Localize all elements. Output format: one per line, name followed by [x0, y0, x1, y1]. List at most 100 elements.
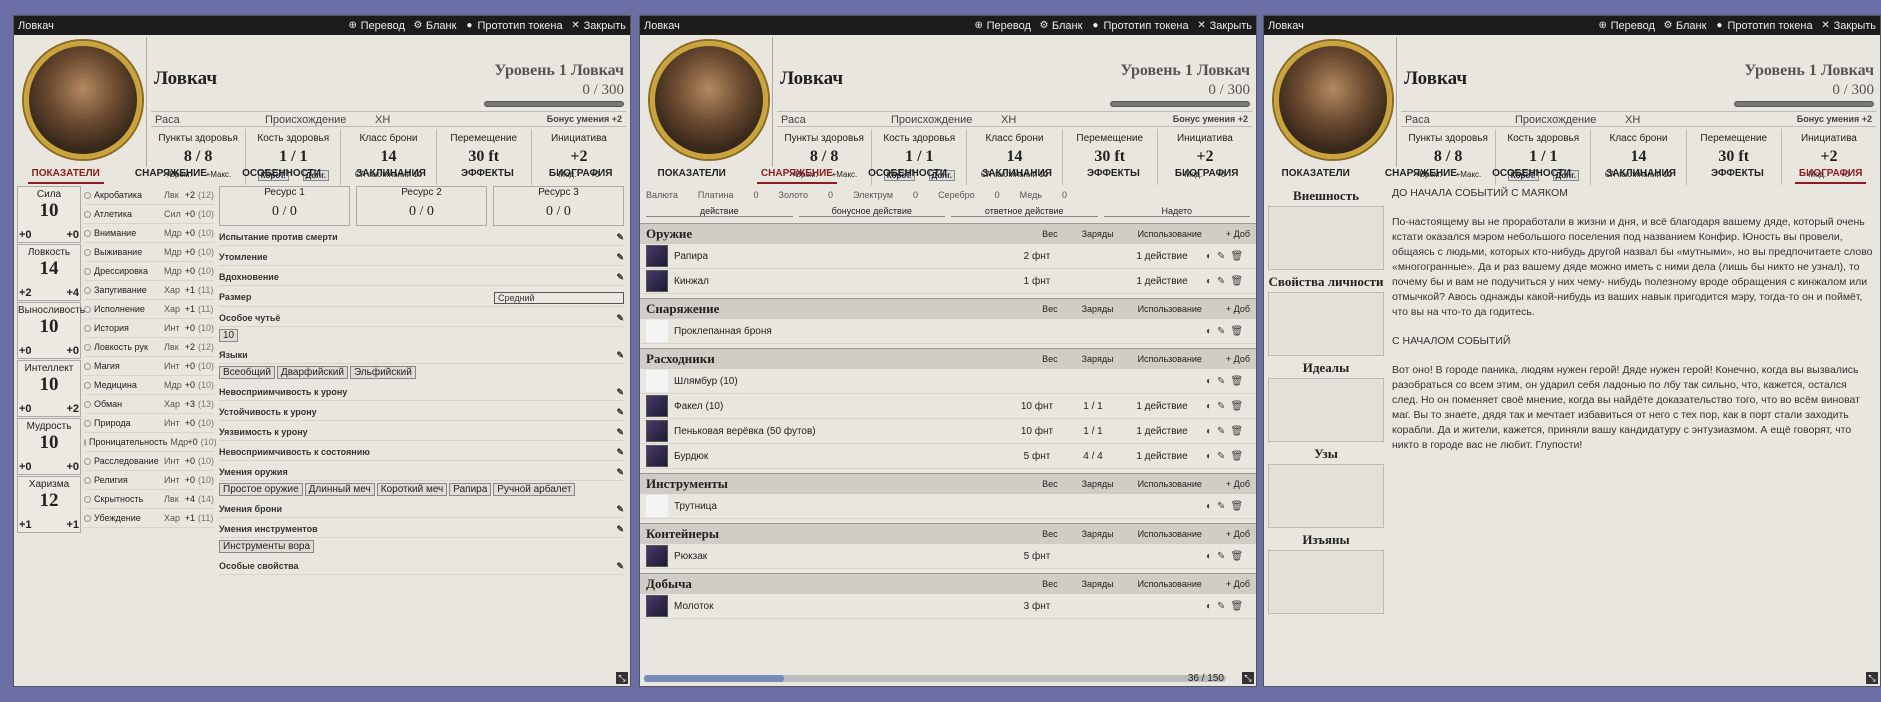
trait-weapons[interactable]: Умения оружия ✎: [219, 465, 624, 481]
equip-icon[interactable]: ◐: [1206, 551, 1212, 562]
skill-row[interactable]: Дрессировка Мдр +0 (10): [84, 262, 214, 281]
edit-icon[interactable]: ✎: [1217, 451, 1225, 462]
trait-inspiration[interactable]: Вдохновение ✎: [219, 270, 624, 286]
stat-value[interactable]: +2: [1782, 148, 1876, 166]
close-button[interactable]: ✕ Закрыть: [571, 20, 626, 32]
tab-0[interactable]: ПОКАЗАТЕЛИ: [27, 166, 104, 184]
col-header[interactable]: + Доб: [1226, 304, 1250, 314]
race-field[interactable]: Раса: [151, 112, 261, 126]
proficiency-toggle[interactable]: [84, 229, 91, 237]
alignment-field[interactable]: ХН: [997, 112, 1107, 126]
stat-value[interactable]: 1 / 1: [246, 148, 340, 166]
edit-icon[interactable]: ✎: [616, 407, 624, 418]
tab-1[interactable]: СНАРЯЖЕНИЕ: [131, 166, 211, 184]
close-button[interactable]: ✕ Закрыть: [1821, 20, 1876, 32]
skill-name[interactable]: Магия: [94, 361, 161, 371]
tab-4[interactable]: ЭФФЕКТЫ: [457, 166, 518, 184]
edit-icon[interactable]: ✎: [616, 232, 624, 243]
inventory-item[interactable]: Рапира 2 фнт 1 действие ◐ ✎ 🗑: [640, 244, 1256, 269]
tab-3[interactable]: ЗАКЛИНАНИЯ: [352, 166, 430, 184]
token-button[interactable]: ● Прототип токена: [1714, 20, 1812, 32]
skill-name[interactable]: Ловкость рук: [94, 342, 161, 352]
item-name[interactable]: Шлямбур (10): [674, 376, 1006, 387]
delete-icon[interactable]: 🗑: [1230, 376, 1243, 387]
action-filter[interactable]: бонусное действие: [798, 206, 945, 217]
equip-icon[interactable]: ◐: [1206, 451, 1212, 462]
tab-0[interactable]: ПОКАЗАТЕЛИ: [1278, 166, 1354, 184]
character-name[interactable]: Ловкач: [154, 68, 217, 90]
ability-save[interactable]: +0: [66, 461, 79, 473]
bio-text[interactable]: ДО НАЧАЛА СОБЫТИЙ С МАЯКОМ По-настоящему …: [1392, 186, 1874, 467]
tag[interactable]: Всеобщий: [219, 366, 275, 379]
ability-4[interactable]: Мудрость 10 +0 +0: [17, 418, 81, 475]
stat-value[interactable]: 8 / 8: [777, 148, 871, 166]
skill-name[interactable]: Запугивание: [94, 285, 161, 295]
skill-row[interactable]: Обман Хар +3 (13): [84, 395, 214, 414]
skill-row[interactable]: Ловкость рук Лвк +2 (12): [84, 338, 214, 357]
tab-0[interactable]: ПОКАЗАТЕЛИ: [654, 166, 730, 184]
item-image[interactable]: [646, 495, 668, 517]
resize-handle[interactable]: ⤡: [616, 672, 628, 684]
item-name[interactable]: Молоток: [674, 601, 1006, 612]
stat-value[interactable]: 30 ft: [1063, 148, 1157, 166]
inventory-item[interactable]: Бурдюк 5 фнт 4 / 4 1 действие ◐ ✎ 🗑: [640, 444, 1256, 469]
equip-icon[interactable]: ◐: [1206, 426, 1212, 437]
skill-row[interactable]: Исполнение Хар +1 (11): [84, 300, 214, 319]
skill-row[interactable]: Убеждение Хар +1 (11): [84, 509, 214, 528]
edit-icon[interactable]: ✎: [616, 504, 624, 515]
token-button[interactable]: ● Прототип токена: [464, 20, 562, 32]
tag[interactable]: Ручной арбалет: [493, 483, 576, 496]
col-header[interactable]: + Доб: [1226, 479, 1250, 489]
skill-name[interactable]: Акробатика: [94, 190, 161, 200]
item-name[interactable]: Бурдюк: [674, 451, 1006, 462]
currency-value[interactable]: 0: [1062, 190, 1067, 200]
resource-box[interactable]: Ресурс 2 0 / 0: [356, 186, 487, 226]
inventory-item[interactable]: Молоток 3 фнт ◐ ✎ 🗑: [640, 594, 1256, 619]
skill-name[interactable]: Проницательность: [89, 437, 167, 447]
proficiency-toggle[interactable]: [84, 400, 91, 408]
ability-score[interactable]: 14: [18, 258, 80, 280]
stat-value[interactable]: 14: [1591, 148, 1685, 166]
edit-icon[interactable]: ✎: [1217, 426, 1225, 437]
skill-row[interactable]: Атлетика Сил +0 (10): [84, 205, 214, 224]
edit-icon[interactable]: ✎: [616, 427, 624, 438]
tag[interactable]: Длинный меч: [304, 483, 375, 496]
background-field[interactable]: Происхождение: [1511, 112, 1621, 126]
item-image[interactable]: [646, 270, 668, 292]
col-header[interactable]: + Доб: [1226, 229, 1250, 239]
edit-icon[interactable]: ✎: [1217, 326, 1225, 337]
bio-field[interactable]: [1268, 206, 1384, 270]
skill-name[interactable]: Атлетика: [94, 209, 161, 219]
window-titlebar[interactable]: Ловкач ⊕ Перевод ⚙ Бланк ● Прототип токена …: [14, 16, 630, 35]
skill-name[interactable]: Расследование: [94, 456, 161, 466]
proficiency-toggle[interactable]: [84, 476, 91, 484]
bio-field[interactable]: [1268, 378, 1384, 442]
tab-5[interactable]: БИОГРАФИЯ: [1794, 166, 1867, 184]
bio-field[interactable]: [1268, 292, 1384, 356]
item-charges[interactable]: 1 / 1: [1068, 401, 1118, 412]
sheet-button[interactable]: ⚙ Бланк: [1663, 20, 1706, 32]
col-header[interactable]: + Доб: [1226, 579, 1250, 589]
item-name[interactable]: Трутница: [674, 501, 1006, 512]
resource-value[interactable]: 0 / 0: [220, 204, 349, 220]
translate-button[interactable]: ⊕ Перевод: [348, 20, 404, 32]
sheet-button[interactable]: ⚙ Бланк: [1039, 20, 1082, 32]
proficiency-toggle[interactable]: [84, 248, 91, 256]
token-button[interactable]: ● Прототип токена: [1090, 20, 1188, 32]
tab-4[interactable]: ЭФФЕКТЫ: [1707, 166, 1768, 184]
currency-value[interactable]: 0: [754, 190, 759, 200]
trait-special_props[interactable]: Особые свойства ✎: [219, 559, 624, 575]
skill-row[interactable]: Проницательность Мдр +0 (10): [84, 433, 217, 452]
resource-value[interactable]: 0 / 0: [357, 204, 486, 220]
skill-name[interactable]: Внимание: [94, 228, 161, 238]
race-field[interactable]: Раса: [777, 112, 887, 126]
background-field[interactable]: Происхождение: [261, 112, 371, 126]
window-titlebar[interactable]: Ловкач ⊕ Перевод ⚙ Бланк ● Прототип токена …: [1264, 16, 1880, 35]
tab-1[interactable]: СНАРЯЖЕНИЕ: [756, 166, 837, 184]
skill-name[interactable]: История: [94, 323, 161, 333]
equip-icon[interactable]: ◐: [1206, 601, 1212, 612]
xp-value[interactable]: 0 / 300: [582, 82, 624, 99]
alignment-field[interactable]: ХН: [371, 112, 481, 126]
skill-name[interactable]: Религия: [94, 475, 161, 485]
background-field[interactable]: Происхождение: [887, 112, 997, 126]
